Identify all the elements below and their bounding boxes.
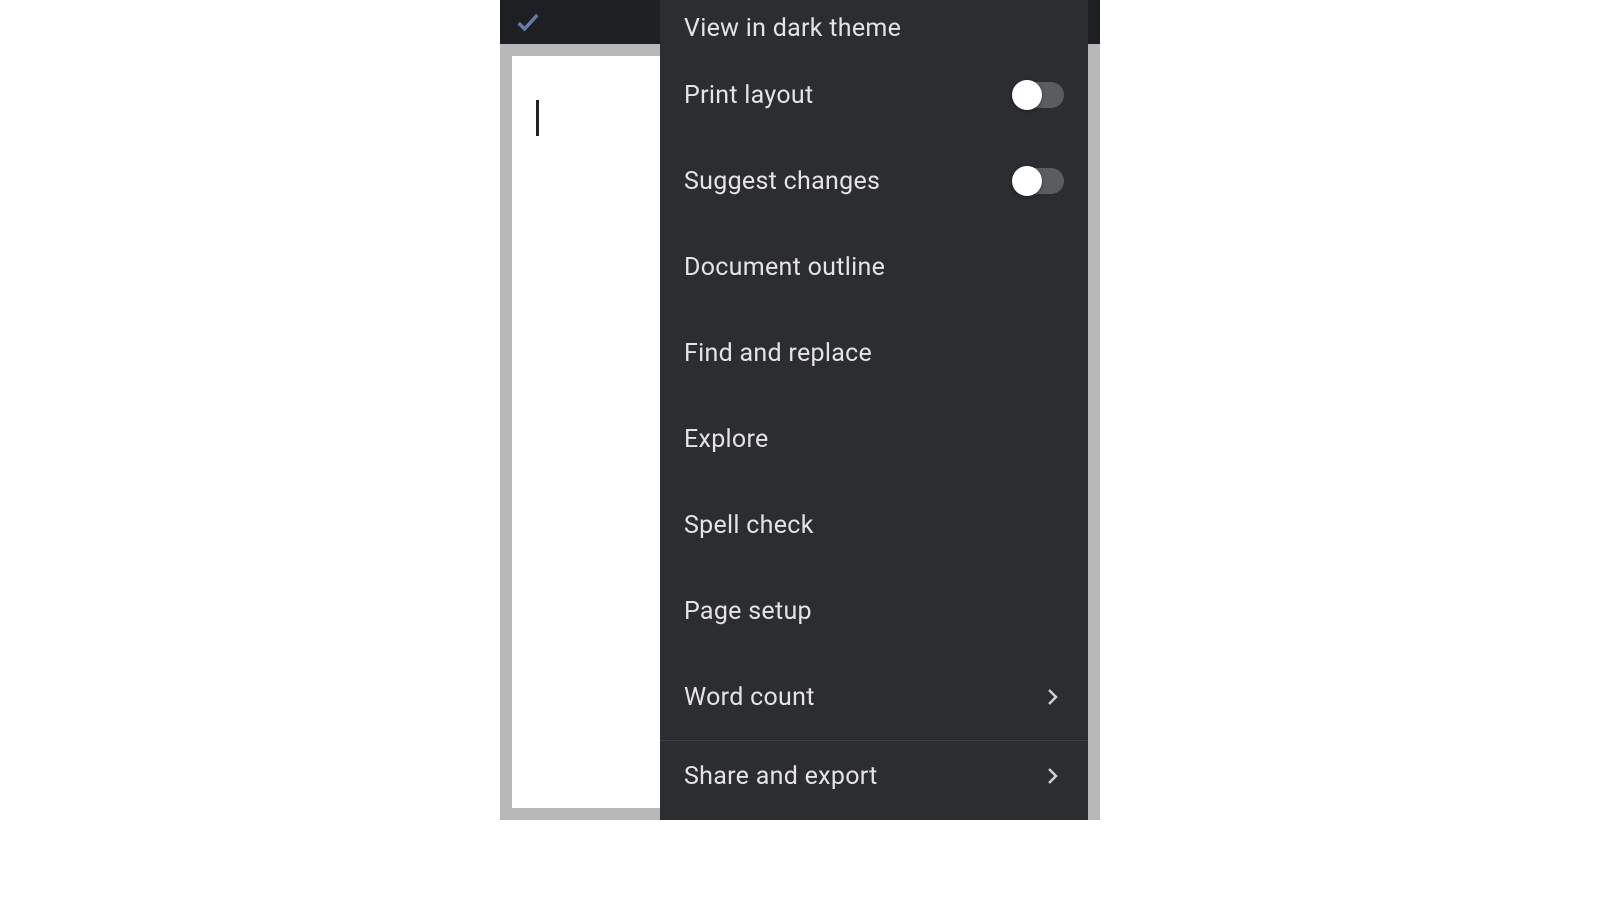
menu-item-label: Document outline xyxy=(684,253,885,282)
menu-item-label: Share and export xyxy=(684,762,878,791)
chevron-right-icon xyxy=(1040,685,1064,709)
menu-item-share-export[interactable]: Share and export xyxy=(660,741,1088,811)
menu-item-find-replace[interactable]: Find and replace xyxy=(660,310,1088,396)
document-page[interactable] xyxy=(512,56,662,808)
toggle-knob xyxy=(1012,166,1042,196)
menu-item-label: Print layout xyxy=(684,81,813,110)
print-layout-toggle[interactable] xyxy=(1014,82,1064,108)
menu-item-suggest-changes[interactable]: Suggest changes xyxy=(660,138,1088,224)
menu-item-view-dark-theme[interactable]: View in dark theme xyxy=(660,0,1088,52)
menu-item-document-outline[interactable]: Document outline xyxy=(660,224,1088,310)
text-cursor xyxy=(536,100,539,136)
app-viewport: View in dark theme Print layout Suggest … xyxy=(500,0,1100,820)
chevron-right-icon xyxy=(1040,764,1064,788)
menu-item-page-setup[interactable]: Page setup xyxy=(660,568,1088,654)
overflow-menu: View in dark theme Print layout Suggest … xyxy=(660,0,1088,820)
suggest-changes-toggle[interactable] xyxy=(1014,168,1064,194)
menu-item-label: Page setup xyxy=(684,597,812,626)
menu-item-label: Suggest changes xyxy=(684,167,880,196)
menu-item-label: Explore xyxy=(684,425,769,454)
menu-item-word-count[interactable]: Word count xyxy=(660,654,1088,740)
menu-item-label: Spell check xyxy=(684,511,814,540)
menu-item-label: Word count xyxy=(684,683,815,712)
menu-item-print-layout[interactable]: Print layout xyxy=(660,52,1088,138)
menu-item-spell-check[interactable]: Spell check xyxy=(660,482,1088,568)
check-icon[interactable] xyxy=(512,6,544,38)
menu-item-label: View in dark theme xyxy=(684,14,901,43)
menu-item-explore[interactable]: Explore xyxy=(660,396,1088,482)
toggle-knob xyxy=(1012,80,1042,110)
menu-item-label: Find and replace xyxy=(684,339,872,368)
